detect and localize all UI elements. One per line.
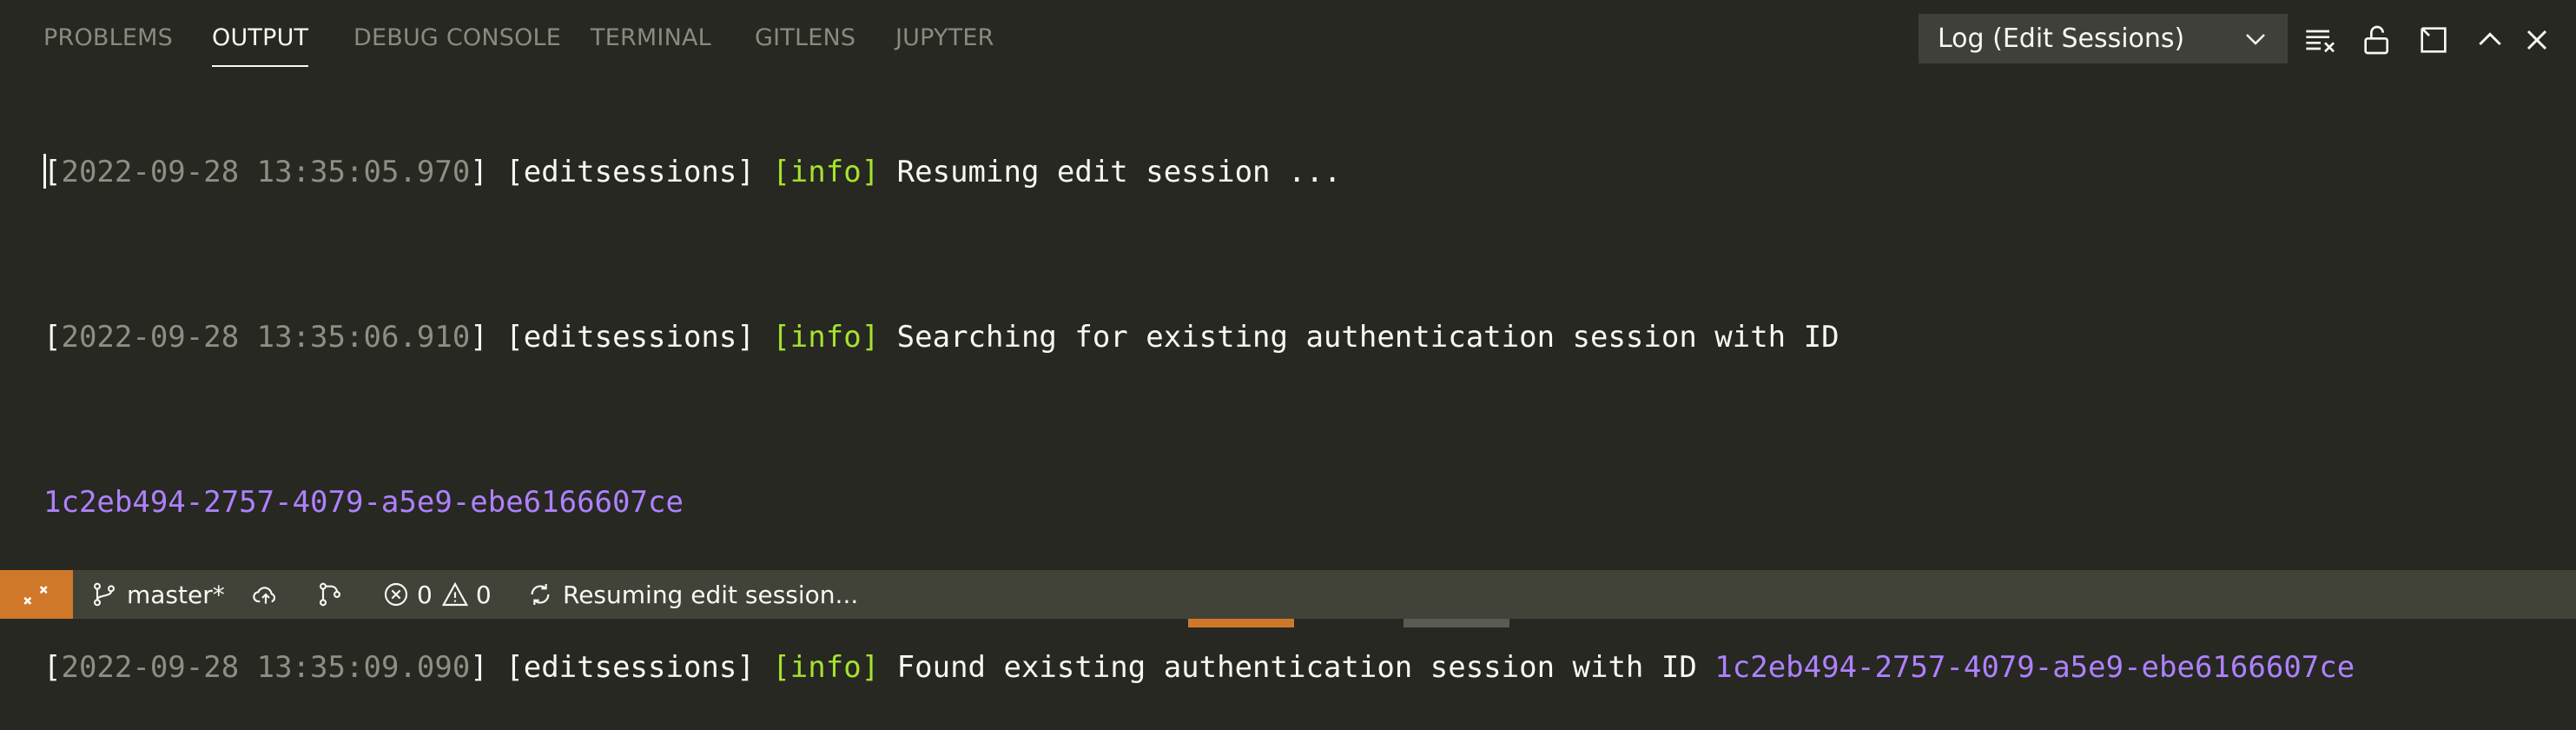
error-count: 0 [417, 580, 433, 609]
tab-gitlens[interactable]: GITLENS [755, 24, 855, 51]
sync-button[interactable] [252, 570, 280, 619]
log-message: Searching for existing authentication se… [896, 320, 1840, 355]
git-branch-icon [93, 582, 116, 607]
taskbar-indicator-active [1188, 619, 1294, 627]
chevron-down-icon [2246, 34, 2265, 45]
git-compare-icon [319, 582, 341, 607]
log-level: info [789, 320, 862, 355]
log-timestamp: 2022-09-28 13:35:05.970 [61, 155, 471, 189]
tab-debug-console[interactable]: DEBUG CONSOLE [353, 24, 561, 51]
log-level: info [789, 650, 862, 685]
taskbar-indicator [1404, 619, 1509, 627]
log-category: editsessions [523, 320, 737, 355]
log-line: [2022-09-28 13:35:05.970] [editsessions]… [43, 154, 1342, 189]
session-id: 1c2eb494-2757-4079-a5e9-ebe6166607ce [1714, 650, 2355, 685]
session-id: 1c2eb494-2757-4079-a5e9-ebe6166607ce [43, 485, 684, 520]
log-timestamp: 2022-09-28 13:35:09.090 [61, 650, 471, 685]
panel-header: PROBLEMS OUTPUT DEBUG CONSOLE TERMINAL G… [0, 0, 2576, 78]
warning-count: 0 [475, 580, 492, 609]
lock-scroll-icon[interactable] [2360, 23, 2394, 57]
problems-status[interactable]: 0 0 [382, 570, 492, 619]
output-channel-value: Log (Edit Sessions) [1938, 23, 2185, 54]
output-channel-select[interactable]: Log (Edit Sessions) [1919, 14, 2288, 63]
log-category: editsessions [523, 650, 737, 685]
branch-name: master* [127, 580, 225, 609]
maximize-panel-icon[interactable] [2473, 23, 2507, 57]
remote-indicator[interactable] [0, 570, 73, 619]
progress-text: Resuming edit session... [563, 580, 859, 609]
log-message: Found existing authentication session wi… [896, 650, 1697, 685]
log-level: info [789, 155, 862, 189]
log-line: [2022-09-28 13:35:06.910] [editsessions]… [43, 320, 1840, 355]
clear-output-icon[interactable] [2303, 23, 2338, 57]
log-timestamp: 2022-09-28 13:35:06.910 [61, 320, 471, 355]
tab-problems[interactable]: PROBLEMS [43, 24, 173, 51]
branch-status[interactable]: master* [90, 570, 225, 619]
cloud-upload-icon [253, 587, 276, 604]
edit-session-progress[interactable]: Resuming edit session... [526, 570, 858, 619]
tab-output[interactable]: OUTPUT [212, 24, 309, 67]
error-icon [384, 582, 408, 607]
status-bar: master* 0 0 Resuming edit session... [0, 570, 2576, 619]
log-message: Resuming edit session ... [896, 155, 1342, 189]
log-line: [2022-09-28 13:35:09.090] [editsessions]… [43, 650, 2355, 685]
remote-icon [23, 586, 48, 605]
log-category: editsessions [523, 155, 737, 189]
output-log[interactable]: [2022-09-28 13:35:05.970] [editsessions]… [43, 70, 2576, 730]
close-panel-icon[interactable] [2520, 23, 2554, 57]
open-in-editor-icon[interactable] [2416, 23, 2451, 57]
tab-jupyter[interactable]: JUPYTER [895, 24, 994, 51]
tab-terminal[interactable]: TERMINAL [591, 24, 711, 51]
sync-spin-icon [531, 584, 550, 605]
pull-request-button[interactable] [316, 570, 344, 619]
warning-icon [441, 581, 468, 607]
log-line-wrap: 1c2eb494-2757-4079-a5e9-ebe6166607ce [43, 482, 2576, 524]
